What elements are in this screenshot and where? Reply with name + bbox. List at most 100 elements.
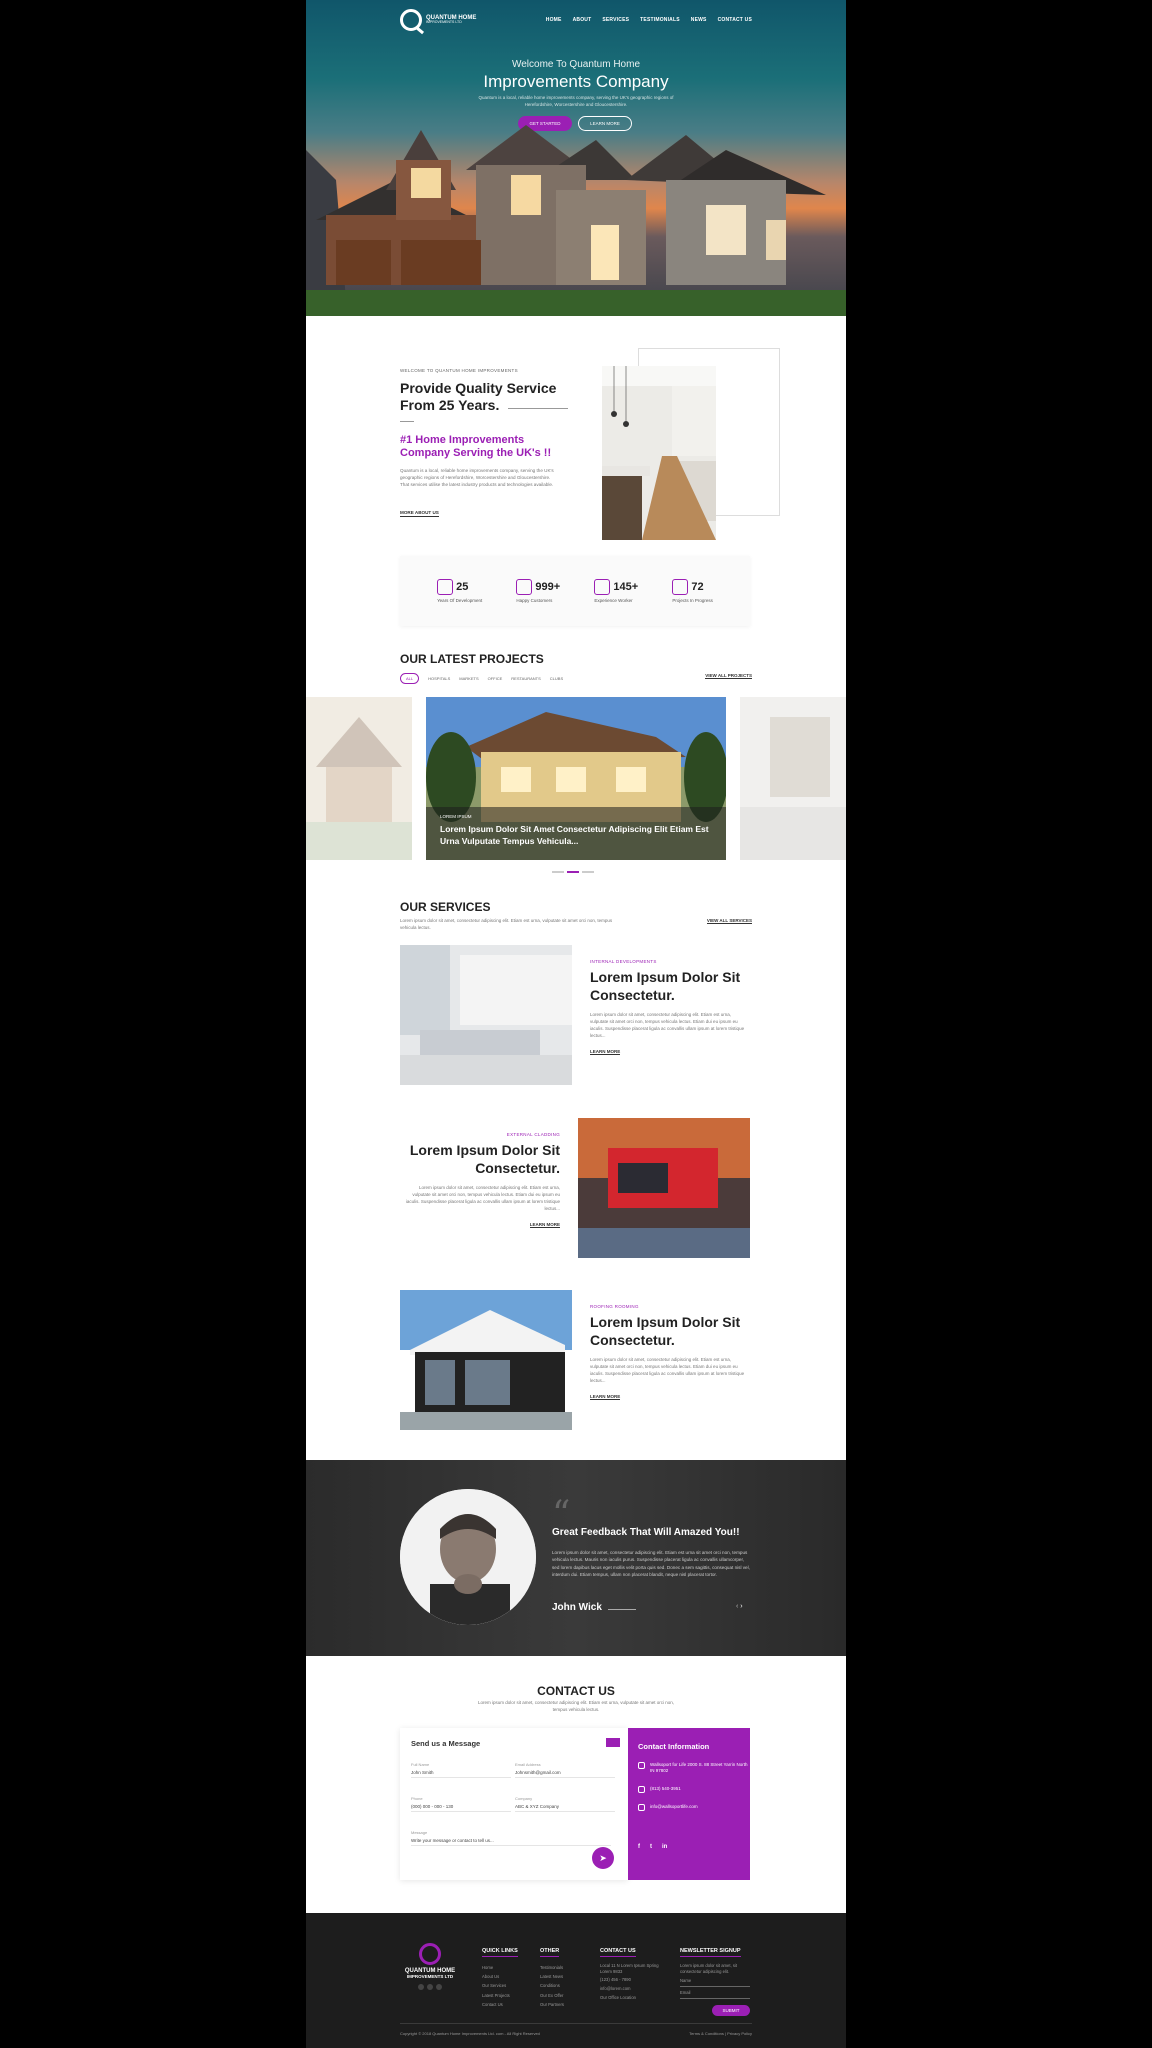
- footer-logo[interactable]: QUANTUM HOME IMPROVEMENTS LTD: [400, 1943, 460, 1990]
- title-divider: [508, 408, 568, 409]
- view-all-projects-link[interactable]: VIEW ALL PROJECTS: [705, 673, 752, 679]
- filter-all[interactable]: ALL: [400, 673, 420, 684]
- field-value: Write your message or contact to tell us…: [411, 1838, 494, 1843]
- more-about-us-link[interactable]: MORE ABOUT US: [400, 510, 439, 517]
- footer-link[interactable]: Contact Us: [482, 2000, 518, 2009]
- stat-value: 999+: [535, 581, 561, 593]
- services-description: Lorem ipsum dolor sit amet, consectetur …: [400, 918, 613, 930]
- info-address: Wallsoport for Life 2000 S. 88 Street Ya…: [638, 1762, 750, 1775]
- footer-col-title: OTHER: [540, 1948, 560, 1957]
- project-slide-featured[interactable]: LOREM IPSUM Lorem Ipsum Dolor Sit Amet C…: [426, 697, 726, 860]
- legal-links[interactable]: Terms & Conditions | Privacy Policy: [689, 2031, 752, 2036]
- learn-more-link[interactable]: LEARN MORE: [590, 1049, 621, 1055]
- filter-clubs[interactable]: CLUBS: [550, 676, 563, 681]
- newsletter-email-input[interactable]: Email: [680, 1987, 750, 1999]
- contact-description: Lorem ipsum dolor sit amet, consectetur …: [477, 1700, 675, 1712]
- social-dot-icon[interactable]: [418, 1983, 424, 1990]
- filter-markets[interactable]: MARKETS: [459, 676, 478, 681]
- footer-link[interactable]: Home: [482, 1963, 518, 1972]
- address-text: Wallsoport for Life 2000 S. 88 Street Ya…: [650, 1762, 748, 1774]
- nav-home[interactable]: HOME: [546, 17, 562, 23]
- nav-news[interactable]: NEWS: [691, 17, 707, 23]
- footer-link[interactable]: Latest News: [540, 1972, 564, 1981]
- newsletter-description: Lorem ipsum dolor sit amet, sit consecte…: [680, 1963, 738, 1974]
- company-field[interactable]: Company ABC & XYZ Company: [515, 1796, 615, 1812]
- filter-hospitals[interactable]: HOSPITALS: [428, 676, 450, 681]
- services-title: OUR SERVICES: [400, 900, 491, 914]
- footer-bottom-bar: Copyright © 2018 Quantum Home Improvemen…: [400, 2023, 752, 2036]
- featured-project-tag: LOREM IPSUM: [440, 813, 472, 819]
- field-value: (000) 000 - 000 - 130: [411, 1804, 454, 1809]
- about-description: Quantum is a local, reliable home improv…: [400, 468, 554, 488]
- stat-label: Projects In Progress: [672, 598, 713, 603]
- field-value: Johnsmith@gmail.com: [515, 1770, 561, 1775]
- info-phone: (813) 540-3951: [638, 1786, 681, 1793]
- social-dot-icon[interactable]: [427, 1983, 433, 1990]
- project-slide-prev[interactable]: [306, 697, 412, 860]
- footer-link[interactable]: Our Partners: [540, 2000, 564, 2009]
- nav-testimonials[interactable]: TESTIMONIALS: [640, 17, 680, 23]
- service-tag: EXTERNAL CLADDING: [506, 1132, 560, 1137]
- field-value: John Smith: [411, 1770, 434, 1775]
- footer-link[interactable]: Latest Projects: [482, 1991, 518, 2000]
- site-logo[interactable]: QUANTUM HOME IMPROVEMENTS LTD: [400, 9, 476, 31]
- phone-field[interactable]: Phone (000) 000 - 000 - 130: [411, 1796, 511, 1812]
- nav-about[interactable]: ABOUT: [573, 17, 592, 23]
- hero-title: Improvements Company: [483, 72, 669, 91]
- slider-dot-active[interactable]: [567, 871, 579, 873]
- footer-link[interactable]: Testimonials: [540, 1963, 564, 1972]
- full-name-field[interactable]: Full Name John Smith: [411, 1762, 511, 1778]
- footer-other: OTHER Testimonials Latest News Condition…: [540, 1939, 564, 2009]
- footer-quick-links: QUICK LINKS Home About Us Our Services L…: [482, 1939, 518, 2009]
- learn-more-link[interactable]: LEARN MORE: [529, 1222, 560, 1228]
- linkedin-icon[interactable]: in: [662, 1844, 667, 1850]
- newsletter-name-input[interactable]: Name: [680, 1975, 750, 1987]
- footer-link[interactable]: Conditions: [540, 1981, 564, 1990]
- footer-contact-item: (123) 456 - 7890: [600, 1976, 631, 1982]
- logo-sub: IMPROVEMENTS LTD: [426, 20, 462, 25]
- filter-office[interactable]: OFFICE: [488, 676, 503, 681]
- project-slide-next[interactable]: [740, 697, 846, 860]
- service-tag: ROOFING ROOMING: [590, 1304, 639, 1309]
- send-message-button[interactable]: ➤: [592, 1847, 614, 1869]
- stat-value: 145+: [613, 581, 639, 593]
- project-filters: ALL HOSPITALS MARKETS OFFICE RESTAURANTS…: [400, 673, 563, 684]
- prev-arrow-icon[interactable]: ‹: [736, 1603, 738, 1610]
- service-card: EXTERNAL CLADDING Lorem Ipsum Dolor Sit …: [400, 1118, 750, 1258]
- hero-description: Quantum is a local, reliable home improv…: [478, 95, 674, 107]
- subscribe-button[interactable]: SUBMIT: [712, 2004, 750, 2016]
- footer-link[interactable]: About Us: [482, 1972, 518, 1981]
- phone-text: (813) 540-3951: [650, 1786, 681, 1791]
- footer-contact-item: Local 11 N Lorem Ipsum Spring Lorem 9833: [600, 1963, 659, 1974]
- view-all-services-link[interactable]: VIEW ALL SERVICES: [706, 918, 752, 924]
- next-arrow-icon[interactable]: ›: [740, 1603, 742, 1610]
- projects-title: OUR LATEST PROJECTS: [400, 652, 544, 666]
- nav-contact[interactable]: CONTACT US: [718, 17, 752, 23]
- slider-dot[interactable]: [552, 871, 564, 873]
- learn-more-link[interactable]: LEARN MORE: [590, 1394, 621, 1400]
- monitor-icon: [516, 579, 533, 595]
- contact-title: CONTACT US: [537, 1684, 615, 1698]
- facebook-icon[interactable]: f: [638, 1844, 640, 1850]
- footer-link[interactable]: Our Services: [482, 1981, 518, 1990]
- footer-contact-item[interactable]: Our Office Location: [600, 1993, 664, 2002]
- social-dot-icon[interactable]: [436, 1983, 442, 1990]
- featured-project-title: Lorem Ipsum Dolor Sit Amet Consectetur A…: [440, 823, 709, 847]
- filter-restaurants[interactable]: RESTAURANTS: [511, 676, 540, 681]
- contact-info-panel: Contact Information Wallsoport for Life …: [628, 1728, 750, 1880]
- envelope-icon: [606, 1738, 620, 1747]
- email-field[interactable]: Email Address Johnsmith@gmail.com: [515, 1762, 615, 1778]
- message-field[interactable]: Message Write your message or contact to…: [411, 1830, 611, 1846]
- footer-link[interactable]: Our Ex Offer: [540, 1991, 564, 2000]
- twitter-icon[interactable]: t: [650, 1844, 652, 1850]
- footer-contact-item[interactable]: info@lorem.com: [600, 1984, 664, 1993]
- map-pin-icon: [638, 1762, 645, 1769]
- field-value: ABC & XYZ Company: [515, 1804, 560, 1809]
- field-label: Company: [515, 1796, 533, 1801]
- nav-services[interactable]: SERVICES: [602, 17, 629, 23]
- service-image-interior: [400, 945, 572, 1085]
- field-label: Full Name: [411, 1762, 430, 1767]
- slider-dot[interactable]: [582, 871, 594, 873]
- service-title: Lorem Ipsum Dolor Sit Consectetur.: [590, 1314, 741, 1348]
- footer-col-title: NEWSLETTER SIGNUP: [680, 1948, 741, 1957]
